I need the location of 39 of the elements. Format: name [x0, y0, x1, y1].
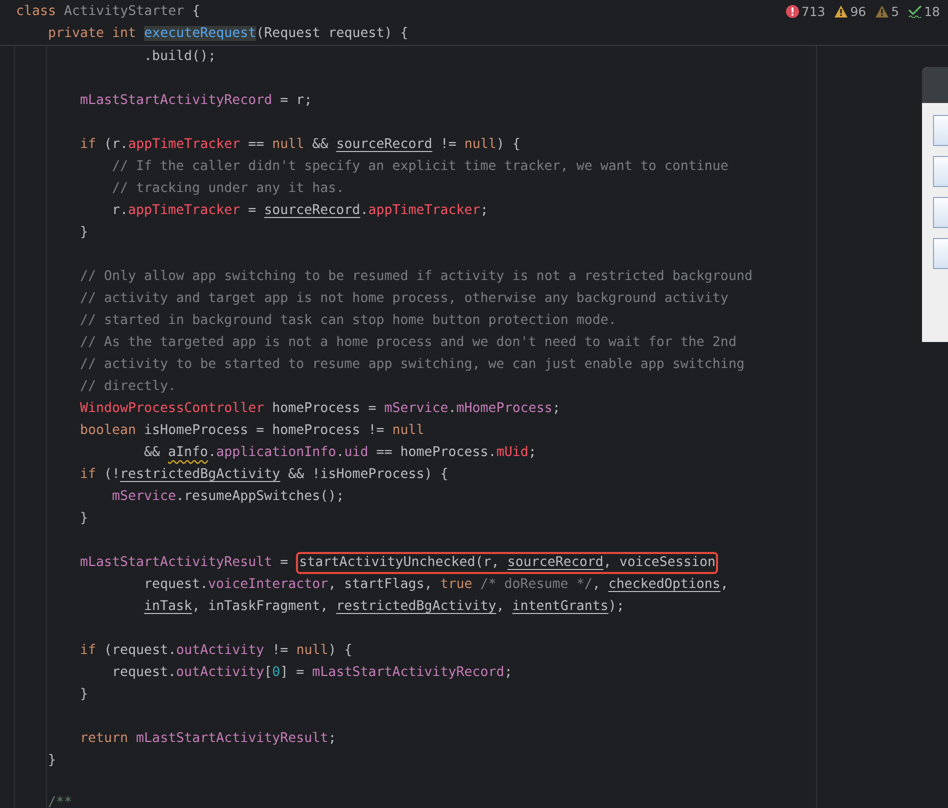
- checkmark-icon: [908, 5, 922, 18]
- code-line: && aInfo.applicationInfo.uid == homeProcess.mUid;: [144, 444, 536, 462]
- issue-count[interactable]: 96: [850, 4, 866, 19]
- code-text: mLastStartActivityResult =: [80, 554, 290, 572]
- code-line: return mLastStartActivityResult;: [80, 730, 336, 748]
- code-line: WindowProcessController homeProcess = mService.mHomeProcess;: [80, 400, 560, 418]
- code-line: request.voiceInteractor, startFlags, true /* doResume */, checkedOptions,: [144, 576, 728, 594]
- code-line: /**: [48, 794, 72, 808]
- code-line: // directly.: [80, 378, 176, 396]
- code-line: request.outActivity[0] = mLastStartActivityRecord;: [112, 664, 512, 682]
- error-icon: [786, 5, 800, 18]
- code-line: boolean isHomeProcess = homeProcess != null: [80, 422, 424, 440]
- code-line: // Only allow app switching to be resumed if activity is not a restricted background: [80, 268, 752, 286]
- code-line: }: [80, 224, 88, 242]
- code-line: // started in background task can stop home button protection mode.: [80, 312, 616, 330]
- code-line: if (request.outActivity != null) {: [80, 642, 352, 660]
- issue-count[interactable]: 713: [801, 4, 826, 19]
- highlight-box: startActivityUnchecked(r, sourceRecord, voiceSession: [296, 552, 718, 574]
- code-line: // activity and target app is not home process, otherwise any background activity: [80, 290, 728, 308]
- code-line: mService.resumeAppSwitches();: [112, 488, 344, 506]
- code-line: }: [80, 510, 88, 528]
- issue-count[interactable]: 5: [891, 4, 900, 19]
- code-line: class ActivityStarter {: [16, 3, 200, 21]
- code-line: // activity to be started to resume app switching, we can just enable app switching: [80, 356, 744, 374]
- code-line: .build();: [144, 48, 216, 66]
- code-line: }: [80, 686, 88, 704]
- code-line: private int executeRequest(Request request) {: [48, 25, 408, 43]
- code-line: mLastStartActivityRecord = r;: [80, 92, 312, 110]
- code-line: if (!restrictedBgActivity && !isHomeProcess) {: [80, 466, 448, 484]
- code-line: // tracking under any it has.: [112, 180, 344, 198]
- code-line: r.appTimeTracker = sourceRecord.appTimeTracker;: [112, 202, 488, 220]
- code-line: if (r.appTimeTracker == null && sourceRecord != null) {: [80, 136, 520, 154]
- warning-icon: [834, 5, 848, 18]
- code-line: }: [48, 752, 56, 770]
- code-line: // As the targeted app is not a home process and we don't need to wait for the 2nd: [80, 334, 736, 352]
- code-line: inTask, inTaskFragment, restrictedBgActivity, intentGrants);: [144, 598, 624, 616]
- issue-count[interactable]: 18: [924, 4, 940, 19]
- warning-icon: [875, 5, 890, 18]
- code-line: // If the caller didn't specify an explicit time tracker, we want to continue: [112, 158, 728, 176]
